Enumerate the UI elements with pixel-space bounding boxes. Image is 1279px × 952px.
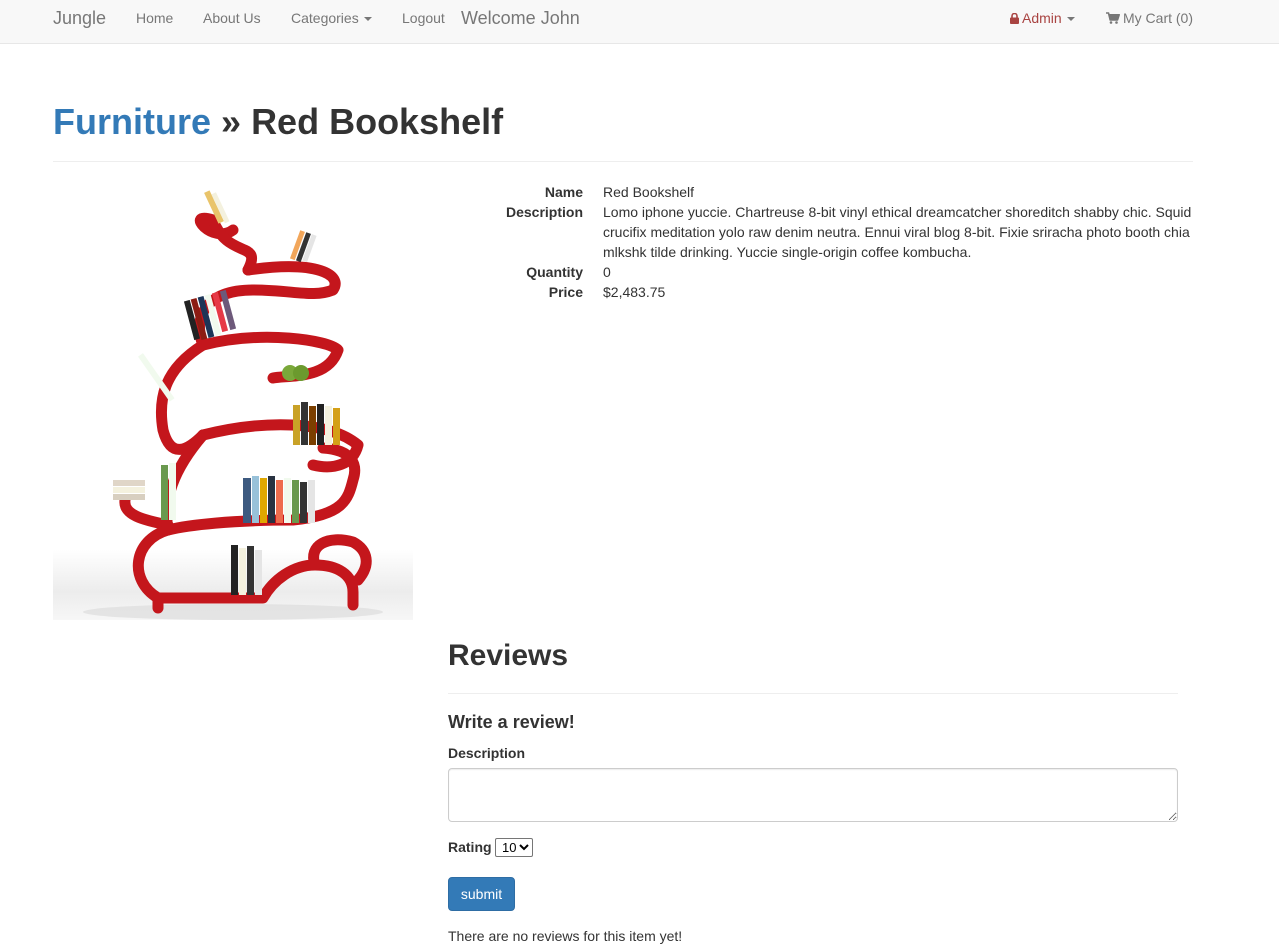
- breadcrumb-product: Red Bookshelf: [251, 101, 504, 142]
- nav-admin-label: Admin: [1022, 10, 1062, 26]
- breadcrumb-category-link[interactable]: Furniture: [53, 101, 211, 142]
- nav-logout[interactable]: Logout: [402, 8, 445, 28]
- rating-select[interactable]: 10: [495, 838, 533, 857]
- detail-value: Lomo iphone yuccie. Chartreuse 8-bit vin…: [603, 204, 1192, 260]
- lock-icon: [1010, 9, 1019, 29]
- nav-cart-label: My Cart (0): [1123, 10, 1193, 26]
- nav-categories-label: Categories: [291, 10, 359, 26]
- review-description-textarea[interactable]: [448, 768, 1178, 822]
- no-reviews-message: There are no reviews for this item yet!: [448, 928, 683, 944]
- detail-row-quantity: Quantity 0: [448, 262, 1193, 282]
- breadcrumb-separator: »: [221, 101, 242, 142]
- page-title: Furniture » Red Bookshelf: [53, 100, 503, 144]
- brand-link[interactable]: Jungle: [53, 7, 106, 29]
- welcome-text: Welcome John: [461, 8, 580, 28]
- detail-label: Description: [505, 204, 583, 220]
- detail-label: Name: [544, 184, 583, 200]
- product-image: [53, 180, 413, 620]
- caret-down-icon: [363, 17, 372, 22]
- detail-label: Quantity: [526, 264, 583, 280]
- caret-down-icon: [1066, 17, 1075, 22]
- detail-value: $2,483.75: [603, 284, 666, 300]
- nav-home[interactable]: Home: [136, 8, 173, 28]
- detail-value: 0: [603, 264, 611, 280]
- reviews-divider: [448, 693, 1178, 694]
- rating-label: Rating: [448, 839, 492, 855]
- detail-value: Red Bookshelf: [603, 184, 695, 200]
- detail-row-description: Description Lomo iphone yuccie. Chartreu…: [448, 202, 1193, 262]
- detail-row-price: Price $2,483.75: [448, 282, 1193, 302]
- submit-review-button[interactable]: submit: [448, 877, 515, 911]
- nav-admin-dropdown[interactable]: Admin: [1010, 8, 1075, 29]
- product-details: Name Red Bookshelf Description Lomo ipho…: [448, 182, 1193, 302]
- header-divider: [53, 161, 1193, 162]
- review-description-label: Description: [448, 745, 526, 761]
- nav-about[interactable]: About Us: [203, 8, 261, 28]
- nav-categories-dropdown[interactable]: Categories: [291, 8, 372, 28]
- detail-label: Price: [548, 284, 583, 300]
- shopping-cart-icon: [1106, 9, 1120, 29]
- reviews-heading: Reviews: [448, 639, 569, 672]
- write-review-heading: Write a review!: [448, 712, 575, 732]
- detail-row-name: Name Red Bookshelf: [448, 182, 1193, 202]
- nav-cart[interactable]: My Cart (0): [1106, 8, 1193, 29]
- navbar: Jungle Home About Us Categories Logout W…: [0, 0, 1279, 44]
